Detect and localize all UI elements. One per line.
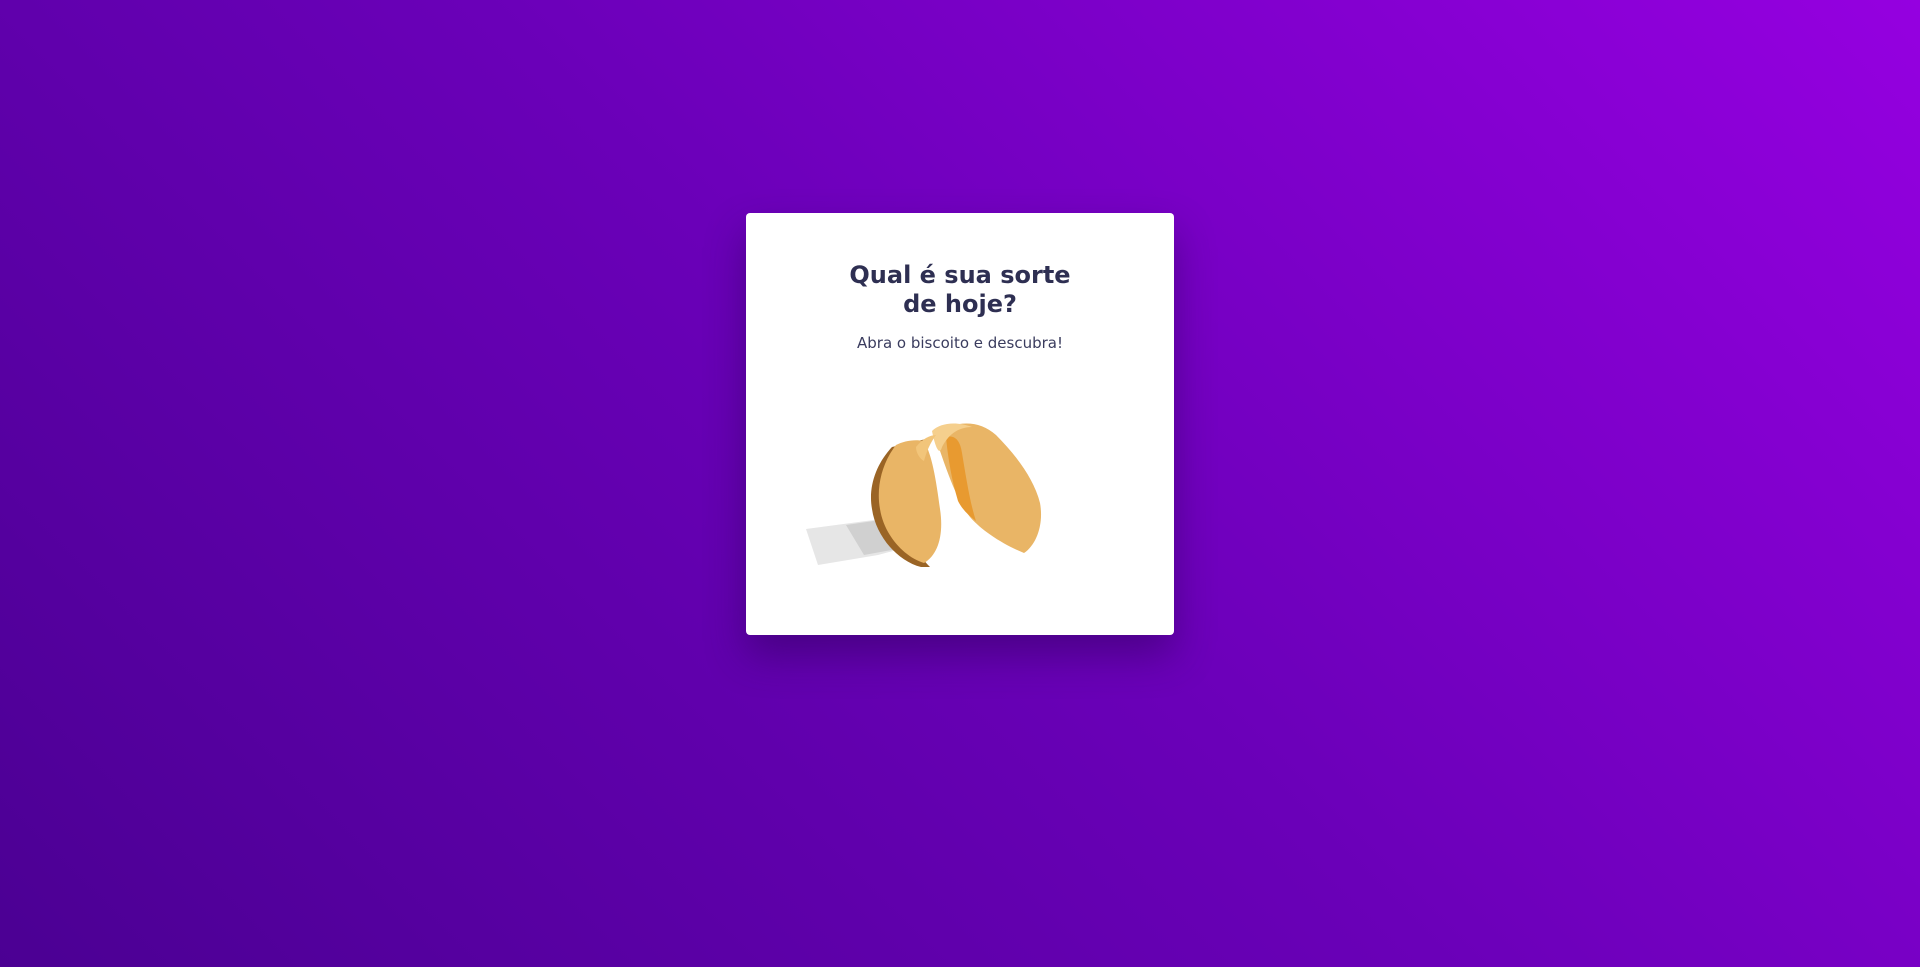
fortune-cookie-button[interactable]	[806, 369, 1066, 584]
page-title: Qual é sua sorte de hoje?	[849, 261, 1071, 318]
fortune-cookie-icon	[806, 423, 1042, 567]
page-subtitle: Abra o biscoito e descubra!	[857, 334, 1063, 352]
fortune-card: Qual é sua sorte de hoje? Abra o biscoit…	[746, 213, 1174, 635]
